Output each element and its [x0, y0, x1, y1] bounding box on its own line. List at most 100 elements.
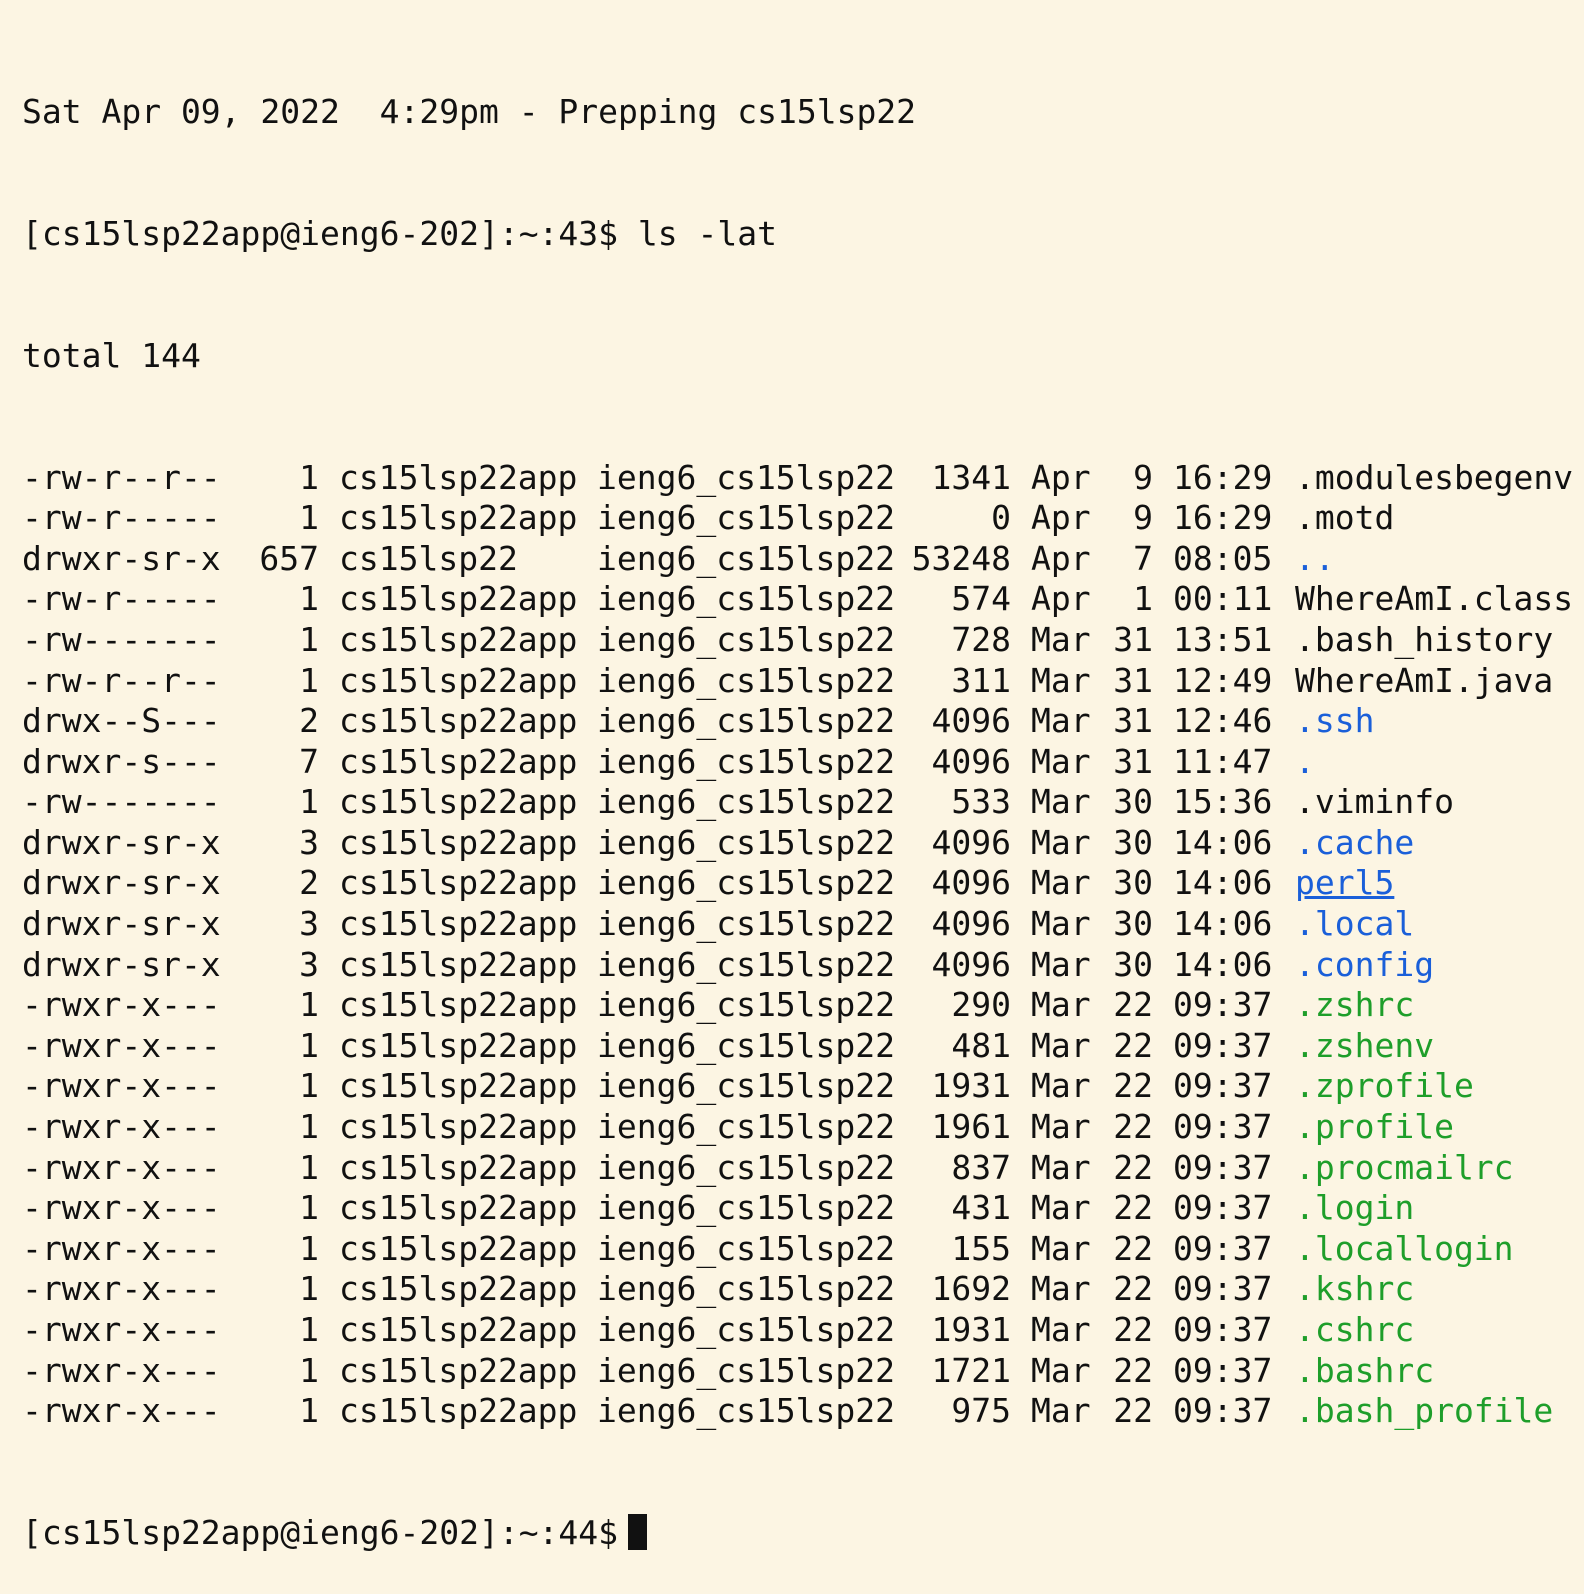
file-row: -rw-r----- 1 cs15lsp22app ieng6_cs15lsp22 57…: [22, 579, 1584, 620]
file-perm: -rw-r--r--: [22, 457, 221, 497]
file-day: 22: [1113, 1350, 1153, 1390]
file-day: 30: [1113, 782, 1153, 822]
file-size: 1931: [931, 1310, 1011, 1349]
file-name: .kshrc: [1295, 1269, 1415, 1309]
file-month: Mar: [1031, 985, 1091, 1025]
file-perm: -rw-r-----: [22, 579, 221, 619]
file-name: .cshrc: [1295, 1310, 1415, 1349]
file-month: Apr: [1031, 538, 1091, 578]
file-links: 1: [299, 619, 319, 659]
file-perm: -rwxr-x---: [22, 1228, 221, 1268]
file-day: 22: [1113, 1228, 1153, 1268]
file-perm: drwxr-s---: [22, 741, 221, 781]
file-group: ieng6_cs15lsp22: [597, 863, 896, 903]
file-perm: -rw-r-----: [22, 498, 221, 538]
file-group: ieng6_cs15lsp22: [597, 1025, 896, 1065]
file-size: 431: [951, 1188, 1011, 1228]
file-month: Mar: [1031, 782, 1091, 822]
file-row: drwxr-s--- 7 cs15lsp22app ieng6_cs15lsp22 40…: [22, 742, 1584, 783]
file-day: 31: [1113, 660, 1153, 700]
file-row: -rwxr-x--- 1 cs15lsp22app ieng6_cs15lsp22 17…: [22, 1351, 1584, 1392]
file-owner: cs15lsp22app: [339, 498, 578, 538]
file-month: Mar: [1031, 741, 1091, 781]
file-day: 31: [1113, 701, 1153, 741]
file-row: -rwxr-x--- 1 cs15lsp22app ieng6_cs15lsp22 19…: [22, 1310, 1584, 1351]
file-links: 1: [299, 782, 319, 822]
file-time: 16:29: [1173, 498, 1273, 538]
file-listing: -rw-r--r-- 1 cs15lsp22app ieng6_cs15lsp22 13…: [22, 458, 1584, 1432]
file-group: ieng6_cs15lsp22: [597, 579, 896, 619]
file-name: .modulesbegenv: [1295, 457, 1574, 497]
file-month: Mar: [1031, 904, 1091, 944]
file-links: 1: [299, 1066, 319, 1106]
file-name: .bashrc: [1295, 1350, 1435, 1390]
file-owner: cs15lsp22: [339, 538, 518, 578]
file-size: 728: [951, 619, 1011, 659]
file-name: .ssh: [1295, 701, 1375, 741]
file-owner: cs15lsp22app: [339, 741, 578, 781]
file-group: ieng6_cs15lsp22: [597, 1310, 896, 1349]
file-time: 12:49: [1173, 660, 1273, 700]
file-perm: drwx--S---: [22, 701, 221, 741]
file-month: Mar: [1031, 1025, 1091, 1065]
file-group: ieng6_cs15lsp22: [597, 701, 896, 741]
session-banner: Sat Apr 09, 2022 4:29pm - Prepping cs15l…: [22, 92, 917, 132]
command-line: [cs15lsp22app@ieng6-202]:~:43$ ls -lat: [22, 214, 1584, 255]
file-perm: -rw-r--r--: [22, 660, 221, 700]
file-month: Mar: [1031, 1310, 1091, 1349]
file-day: 1: [1133, 579, 1153, 619]
file-row: -rw------- 1 cs15lsp22app ieng6_cs15lsp22 72…: [22, 620, 1584, 661]
file-row: -rwxr-x--- 1 cs15lsp22app ieng6_cs15lsp22 19…: [22, 1107, 1584, 1148]
file-day: 22: [1113, 1066, 1153, 1106]
file-owner: cs15lsp22app: [339, 944, 578, 984]
file-time: 00:11: [1173, 579, 1273, 619]
file-time: 09:37: [1173, 1228, 1273, 1268]
file-group: ieng6_cs15lsp22: [597, 985, 896, 1025]
file-row: -rw------- 1 cs15lsp22app ieng6_cs15lsp22 53…: [22, 782, 1584, 823]
file-row: -rwxr-x--- 1 cs15lsp22app ieng6_cs15lsp22 97…: [22, 1391, 1584, 1432]
file-month: Mar: [1031, 863, 1091, 903]
file-time: 09:37: [1173, 985, 1273, 1025]
file-perm: drwxr-sr-x: [22, 944, 221, 984]
file-links: 2: [299, 863, 319, 903]
file-owner: cs15lsp22app: [339, 579, 578, 619]
file-perm: -rwxr-x---: [22, 1269, 221, 1309]
file-links: 2: [299, 701, 319, 741]
terminal-window[interactable]: Sat Apr 09, 2022 4:29pm - Prepping cs15l…: [0, 0, 1584, 1552]
active-prompt-line[interactable]: [cs15lsp22app@ieng6-202]:~:44$: [22, 1513, 1584, 1554]
file-name: .locallogin: [1295, 1228, 1514, 1268]
file-time: 09:37: [1173, 1025, 1273, 1065]
file-owner: cs15lsp22app: [339, 904, 578, 944]
file-links: 1: [299, 1391, 319, 1431]
file-day: 22: [1113, 1188, 1153, 1228]
file-perm: -rwxr-x---: [22, 1025, 221, 1065]
file-links: 1: [299, 660, 319, 700]
command-text: ls -lat: [637, 213, 777, 253]
file-perm: -rw-------: [22, 619, 221, 659]
file-size: 1961: [931, 1107, 1011, 1147]
file-row: -rw-r--r-- 1 cs15lsp22app ieng6_cs15lsp22 31…: [22, 661, 1584, 702]
file-group: ieng6_cs15lsp22: [597, 944, 896, 984]
file-group: ieng6_cs15lsp22: [597, 1350, 896, 1390]
file-name: .zshrc: [1295, 985, 1415, 1025]
file-links: 3: [299, 822, 319, 862]
file-owner: cs15lsp22app: [339, 619, 578, 659]
file-size: 4096: [931, 944, 1011, 984]
file-size: 1341: [931, 457, 1011, 497]
file-size: 4096: [931, 701, 1011, 741]
file-perm: -rwxr-x---: [22, 1107, 221, 1147]
file-time: 13:51: [1173, 619, 1273, 659]
file-time: 15:36: [1173, 782, 1273, 822]
file-row: -rw-r--r-- 1 cs15lsp22app ieng6_cs15lsp22 13…: [22, 458, 1584, 499]
file-name[interactable]: perl5: [1275, 863, 1394, 904]
file-row: drwxr-sr-x 3 cs15lsp22app ieng6_cs15lsp22 40…: [22, 945, 1584, 986]
file-links: 1: [299, 1228, 319, 1268]
file-links: 7: [299, 741, 319, 781]
file-month: Apr: [1031, 498, 1091, 538]
file-month: Mar: [1031, 944, 1091, 984]
file-day: 9: [1133, 498, 1153, 538]
file-perm: drwxr-sr-x: [22, 538, 221, 578]
file-owner: cs15lsp22app: [339, 822, 578, 862]
file-row: -rw-r----- 1 cs15lsp22app ieng6_cs15lsp22 0 A…: [22, 498, 1584, 539]
file-row: -rwxr-x--- 1 cs15lsp22app ieng6_cs15lsp22 16…: [22, 1269, 1584, 1310]
